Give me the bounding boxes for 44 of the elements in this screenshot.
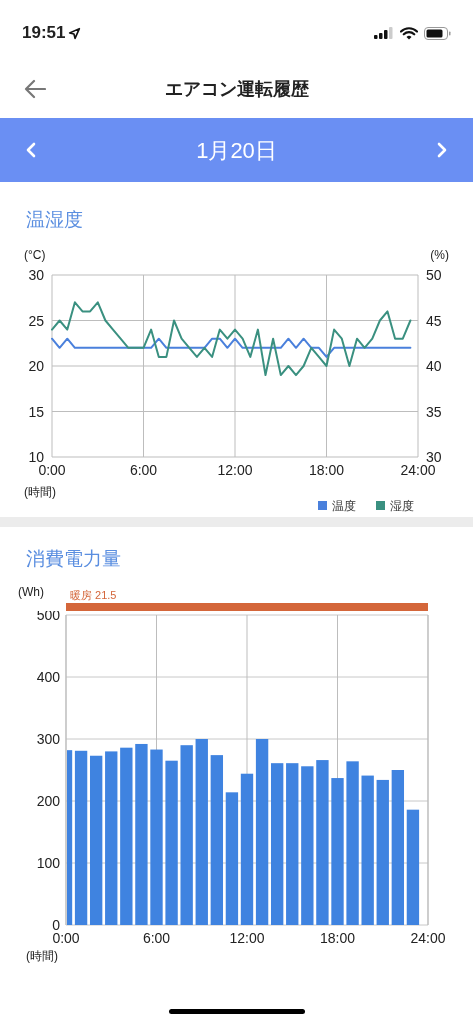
- status-time: 19:51: [22, 22, 66, 45]
- axis-tick-label: 18:00: [320, 930, 355, 946]
- battery-icon: [424, 26, 451, 40]
- axis-tick-label: 500: [36, 611, 60, 623]
- section-title: 消費電力量: [25, 546, 122, 571]
- axis-tick-label: 12:00: [217, 461, 253, 478]
- axis-tick-label: 20: [28, 357, 44, 374]
- legend-label: 湿度: [390, 498, 414, 513]
- signal-icon: [374, 27, 394, 39]
- axis-tick-label: 6:00: [129, 461, 158, 478]
- axis-tick-label: 6:00: [142, 930, 171, 946]
- axis-tick-label: 0:00: [52, 930, 80, 946]
- axis-unit: (時間): [26, 949, 58, 963]
- axis-unit: (%): [430, 247, 449, 262]
- chevron-left-icon[interactable]: [26, 142, 36, 158]
- page-title: エアコン運転履歴: [164, 77, 309, 101]
- axis-tick-label: 200: [36, 793, 60, 809]
- axis-tick-label: 30: [28, 266, 44, 283]
- chevron-right-icon[interactable]: [437, 142, 447, 158]
- axis-unit: (Wh): [18, 584, 45, 601]
- axis-tick-label: 25: [28, 312, 44, 328]
- location-arrow-icon: [68, 26, 82, 40]
- axis-tick-label: 18:00: [309, 461, 344, 478]
- axis-tick-label: 0: [52, 917, 60, 933]
- axis-tick-label: 45: [426, 312, 442, 328]
- wifi-icon: [400, 26, 418, 40]
- section-title: 温湿度: [25, 208, 84, 232]
- axis-unit: (°C): [24, 247, 46, 262]
- axis-tick-label: 50: [426, 266, 442, 283]
- legend-swatch: [376, 500, 385, 510]
- legend-label: 温度: [332, 498, 356, 513]
- back-arrow-icon[interactable]: [24, 79, 46, 99]
- axis-tick-label: 100: [36, 855, 60, 871]
- axis-tick-label: 12:00: [229, 930, 265, 946]
- axis-tick-label: 15: [28, 403, 44, 419]
- axis-tick-label: 300: [36, 731, 60, 747]
- mode-label: 暖房 21.5: [70, 588, 117, 603]
- axis-unit: (時間): [24, 484, 56, 499]
- axis-tick-label: 35: [426, 403, 442, 419]
- axis-tick-label: 400: [36, 669, 60, 685]
- date-label: 1月20日: [196, 136, 277, 165]
- axis-tick-label: 40: [426, 357, 442, 374]
- legend-swatch: [318, 500, 327, 510]
- axis-tick-label: 24:00: [410, 930, 446, 946]
